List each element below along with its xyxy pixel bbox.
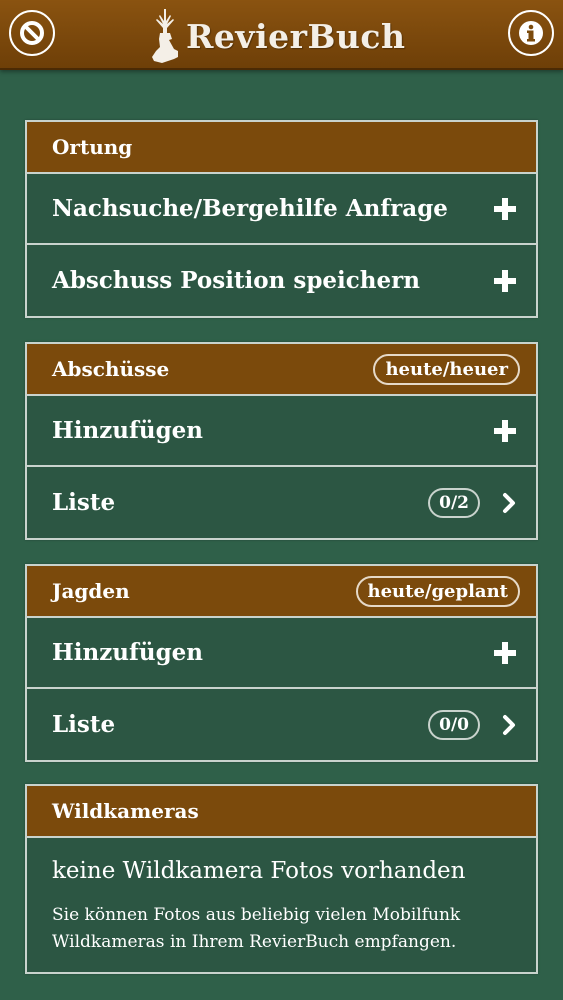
info-button[interactable] xyxy=(508,10,554,56)
abschuesse-title: Abschüsse xyxy=(52,357,170,381)
plus-icon xyxy=(494,641,516,664)
abschuss-position-label: Abschuss Position speichern xyxy=(52,267,420,294)
block-icon xyxy=(20,21,44,45)
block-button[interactable] xyxy=(9,10,55,56)
app-title: RevierBuch xyxy=(186,16,406,56)
jagden-add-label: Hinzufügen xyxy=(52,639,204,666)
abschuesse-panel: Abschüsse heute/heuer Hinzufügen Liste 0… xyxy=(25,342,538,540)
app-logo: RevierBuch xyxy=(148,6,405,66)
wildkameras-header: Wildkameras xyxy=(27,786,536,838)
jagden-filter-badge[interactable]: heute/geplant xyxy=(355,575,520,607)
abschuesse-add-label: Hinzufügen xyxy=(52,417,204,444)
abschuesse-add-row[interactable]: Hinzufügen xyxy=(27,396,536,467)
nachsuche-label: Nachsuche/Bergehilfe Anfrage xyxy=(52,195,448,222)
plus-icon xyxy=(494,419,516,442)
info-icon xyxy=(519,21,543,45)
jagden-list-row[interactable]: Liste 0/0 xyxy=(27,689,536,760)
wildkameras-panel: Wildkameras keine Wildkamera Fotos vorha… xyxy=(25,784,538,974)
deer-icon xyxy=(152,9,178,63)
jagden-add-row[interactable]: Hinzufügen xyxy=(27,618,536,689)
chevron-right-icon xyxy=(503,492,515,513)
wildkameras-empty-title: keine Wildkamera Fotos vorhanden xyxy=(52,858,466,884)
ortung-header: Ortung xyxy=(27,122,536,174)
jagden-header: Jagden heute/geplant xyxy=(27,566,536,618)
wildkameras-body: keine Wildkamera Fotos vorhanden Sie kön… xyxy=(27,838,536,972)
plus-icon xyxy=(494,197,516,220)
abschuesse-count-badge: 0/2 xyxy=(428,487,480,518)
wildkameras-title: Wildkameras xyxy=(52,799,199,823)
ortung-title: Ortung xyxy=(52,135,133,159)
plus-icon xyxy=(494,269,516,292)
abschuesse-header: Abschüsse heute/heuer xyxy=(27,344,536,396)
abschuesse-list-right: 0/2 xyxy=(428,487,516,518)
jagden-count-badge: 0/0 xyxy=(428,709,480,740)
jagden-list-right: 0/0 xyxy=(428,709,516,740)
abschuss-position-row[interactable]: Abschuss Position speichern xyxy=(27,245,536,316)
jagden-title: Jagden xyxy=(52,579,130,603)
abschuesse-filter-badge[interactable]: heute/heuer xyxy=(373,353,520,385)
app-header: RevierBuch xyxy=(0,0,563,70)
wildkameras-empty-text: Sie können Fotos aus beliebig vielen Mob… xyxy=(52,905,461,952)
chevron-right-icon xyxy=(503,714,515,735)
abschuesse-list-row[interactable]: Liste 0/2 xyxy=(27,467,536,538)
ortung-panel: Ortung Nachsuche/Bergehilfe Anfrage Absc… xyxy=(25,120,538,318)
abschuesse-list-label: Liste xyxy=(52,489,116,516)
jagden-panel: Jagden heute/geplant Hinzufügen Liste 0/… xyxy=(25,564,538,762)
jagden-list-label: Liste xyxy=(52,711,116,738)
nachsuche-row[interactable]: Nachsuche/Bergehilfe Anfrage xyxy=(27,174,536,245)
